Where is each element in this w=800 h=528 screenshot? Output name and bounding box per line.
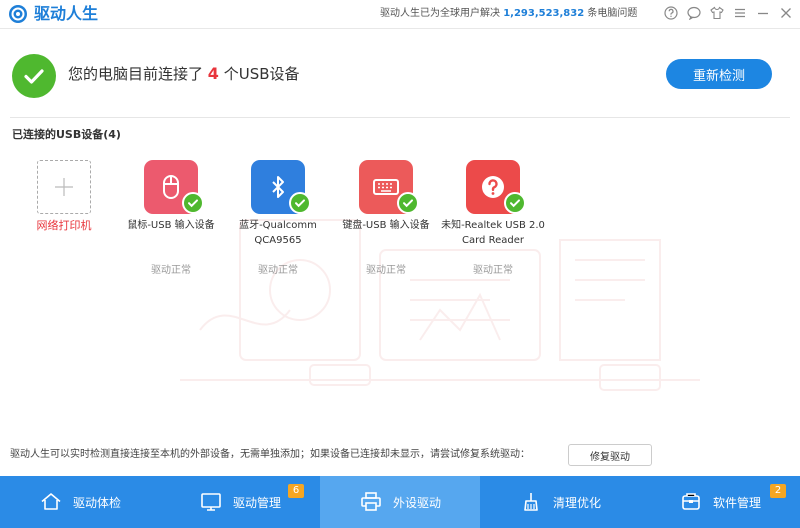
header-divider (10, 117, 790, 118)
update-count-badge: 2 (770, 484, 786, 498)
driver-status: 驱动正常 (258, 265, 298, 276)
add-device-box[interactable] (37, 160, 91, 214)
recheck-button[interactable]: 重新检测 (666, 59, 772, 89)
broom-icon (524, 493, 538, 511)
app-logo-icon (9, 5, 27, 23)
status-prefix: 您的电脑目前连接了 (68, 65, 204, 83)
plus-icon (55, 178, 73, 196)
ok-check-icon (289, 192, 311, 214)
tab-label: 外设驱动 (392, 495, 441, 510)
title-bar: 驱动人生 驱动人生已为全球用户解决 1,293,523,832 条电脑问题 (0, 0, 800, 28)
feedback-icon[interactable] (686, 4, 702, 22)
tab-driver-check[interactable]: 驱动体检 (0, 476, 160, 528)
tab-label: 驱动体检 (72, 495, 121, 510)
ok-check-icon (182, 192, 204, 214)
device-name: 未知-Realtek USB 2.0 Card Reader (441, 220, 545, 246)
stats-prefix: 驱动人生已为全球用户解决 (380, 8, 500, 19)
bluetooth-icon (272, 176, 284, 198)
status-suffix: 个USB设备 (223, 65, 300, 83)
title-divider (0, 28, 800, 29)
app-title: 驱动人生 (34, 4, 99, 23)
skin-icon[interactable] (709, 4, 725, 22)
device-card[interactable]: 键盘-USB 输入设备 驱动正常 (333, 160, 439, 280)
add-network-printer-link[interactable]: 网络打印机 (14, 218, 114, 234)
tab-label: 软件管理 (712, 495, 761, 510)
tab-peripheral-driver[interactable]: 外设驱动 (320, 476, 480, 528)
device-card[interactable]: 蓝牙-Qualcomm QCA9565 驱动正常 (225, 160, 331, 280)
menu-icon[interactable] (732, 4, 748, 22)
stats-suffix: 条电脑问题 (587, 8, 638, 19)
device-count: 4 (207, 64, 219, 83)
mouse-icon (163, 175, 179, 199)
home-icon (41, 493, 61, 510)
software-icon (682, 493, 700, 510)
tab-label: 驱动管理 (232, 495, 281, 510)
printer-icon (361, 492, 381, 511)
help-icon[interactable] (663, 4, 679, 22)
tab-label: 清理优化 (552, 495, 601, 510)
device-name: 蓝牙-Qualcomm QCA9565 (239, 220, 317, 246)
device-name: 鼠标-USB 输入设备 (127, 220, 215, 231)
bottom-nav: 驱动体检 驱动管理 6 外设驱动 清理优化 软件管理 2 (0, 476, 800, 528)
update-count-badge: 6 (288, 484, 304, 498)
keyboard-icon (373, 179, 399, 195)
tab-clean-optimize[interactable]: 清理优化 (480, 476, 640, 528)
driver-status: 驱动正常 (151, 265, 191, 276)
stats-banner: 驱动人生已为全球用户解决 1,293,523,832 条电脑问题 (380, 6, 637, 22)
repair-driver-button[interactable]: 修复驱动 (568, 444, 652, 466)
minimize-icon[interactable] (755, 4, 771, 22)
ok-check-icon (397, 192, 419, 214)
status-message: 您的电脑目前连接了 4 个USB设备 (68, 63, 300, 85)
hint-text: 驱动人生可以实时检测直接连接至本机的外部设备，无需单独添加；如果设备已连接却未显… (10, 449, 530, 460)
window-controls (663, 4, 794, 22)
device-card[interactable]: 未知-Realtek USB 2.0 Card Reader 驱动正常 (440, 160, 546, 280)
close-icon[interactable] (778, 4, 794, 22)
driver-status: 驱动正常 (473, 265, 513, 276)
ok-check-icon (504, 192, 526, 214)
device-card[interactable]: 鼠标-USB 输入设备 驱动正常 (118, 160, 224, 280)
question-icon (482, 176, 504, 198)
tab-driver-manage[interactable]: 驱动管理 6 (160, 476, 320, 528)
driver-status: 驱动正常 (366, 265, 406, 276)
monitor-icon (201, 493, 221, 511)
stats-count: 1,293,523,832 (503, 8, 585, 19)
device-name: 键盘-USB 输入设备 (342, 220, 430, 231)
section-title: 已连接的USB设备(4) (12, 128, 121, 141)
success-check-icon (12, 54, 56, 98)
tab-software-manage[interactable]: 软件管理 2 (640, 476, 800, 528)
